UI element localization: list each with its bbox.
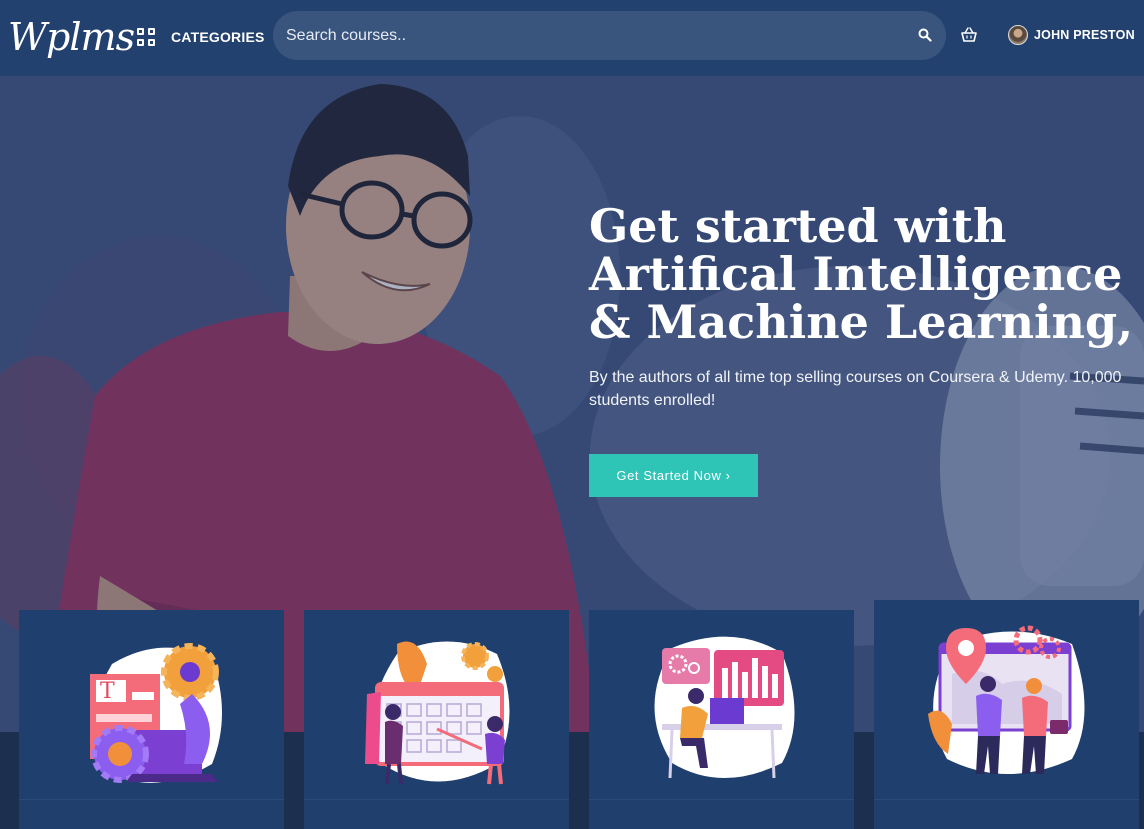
hero-title: Get started with Artifical Intelligence … [589,199,1134,349]
categories-label: CATEGORIES [171,29,265,45]
categories-button[interactable]: CATEGORIES [137,25,265,49]
card-footer [589,799,854,829]
card-footer [19,799,284,829]
card-footer [304,799,569,829]
top-navbar: Wplms CATEGORIES JOHN PRESTON [0,0,1144,76]
search-icon[interactable] [918,28,932,42]
search-input[interactable] [286,26,886,45]
avatar [1008,25,1028,45]
card-footer [874,799,1139,829]
hero-subtitle: By the authors of all time top selling c… [589,369,1122,409]
svg-text:T: T [100,679,115,704]
category-card[interactable] [304,610,569,829]
basket-icon[interactable] [961,27,977,43]
category-card[interactable] [874,600,1139,829]
search-bar [273,11,946,60]
calendar-planning-illustration-icon [364,641,509,785]
grid-icon [137,28,155,46]
get-started-button[interactable]: Get Started Now › [589,454,758,497]
design-illustration-icon: T [89,643,222,783]
user-name: JOHN PRESTON [1034,28,1135,42]
business-deal-illustration-icon [927,625,1084,774]
wplms-logo[interactable]: Wplms [8,12,135,62]
category-card[interactable] [589,610,854,829]
analytics-workstation-illustration-icon [654,636,794,779]
category-card[interactable]: T [19,610,284,829]
user-menu[interactable]: JOHN PRESTON [1008,25,1135,45]
